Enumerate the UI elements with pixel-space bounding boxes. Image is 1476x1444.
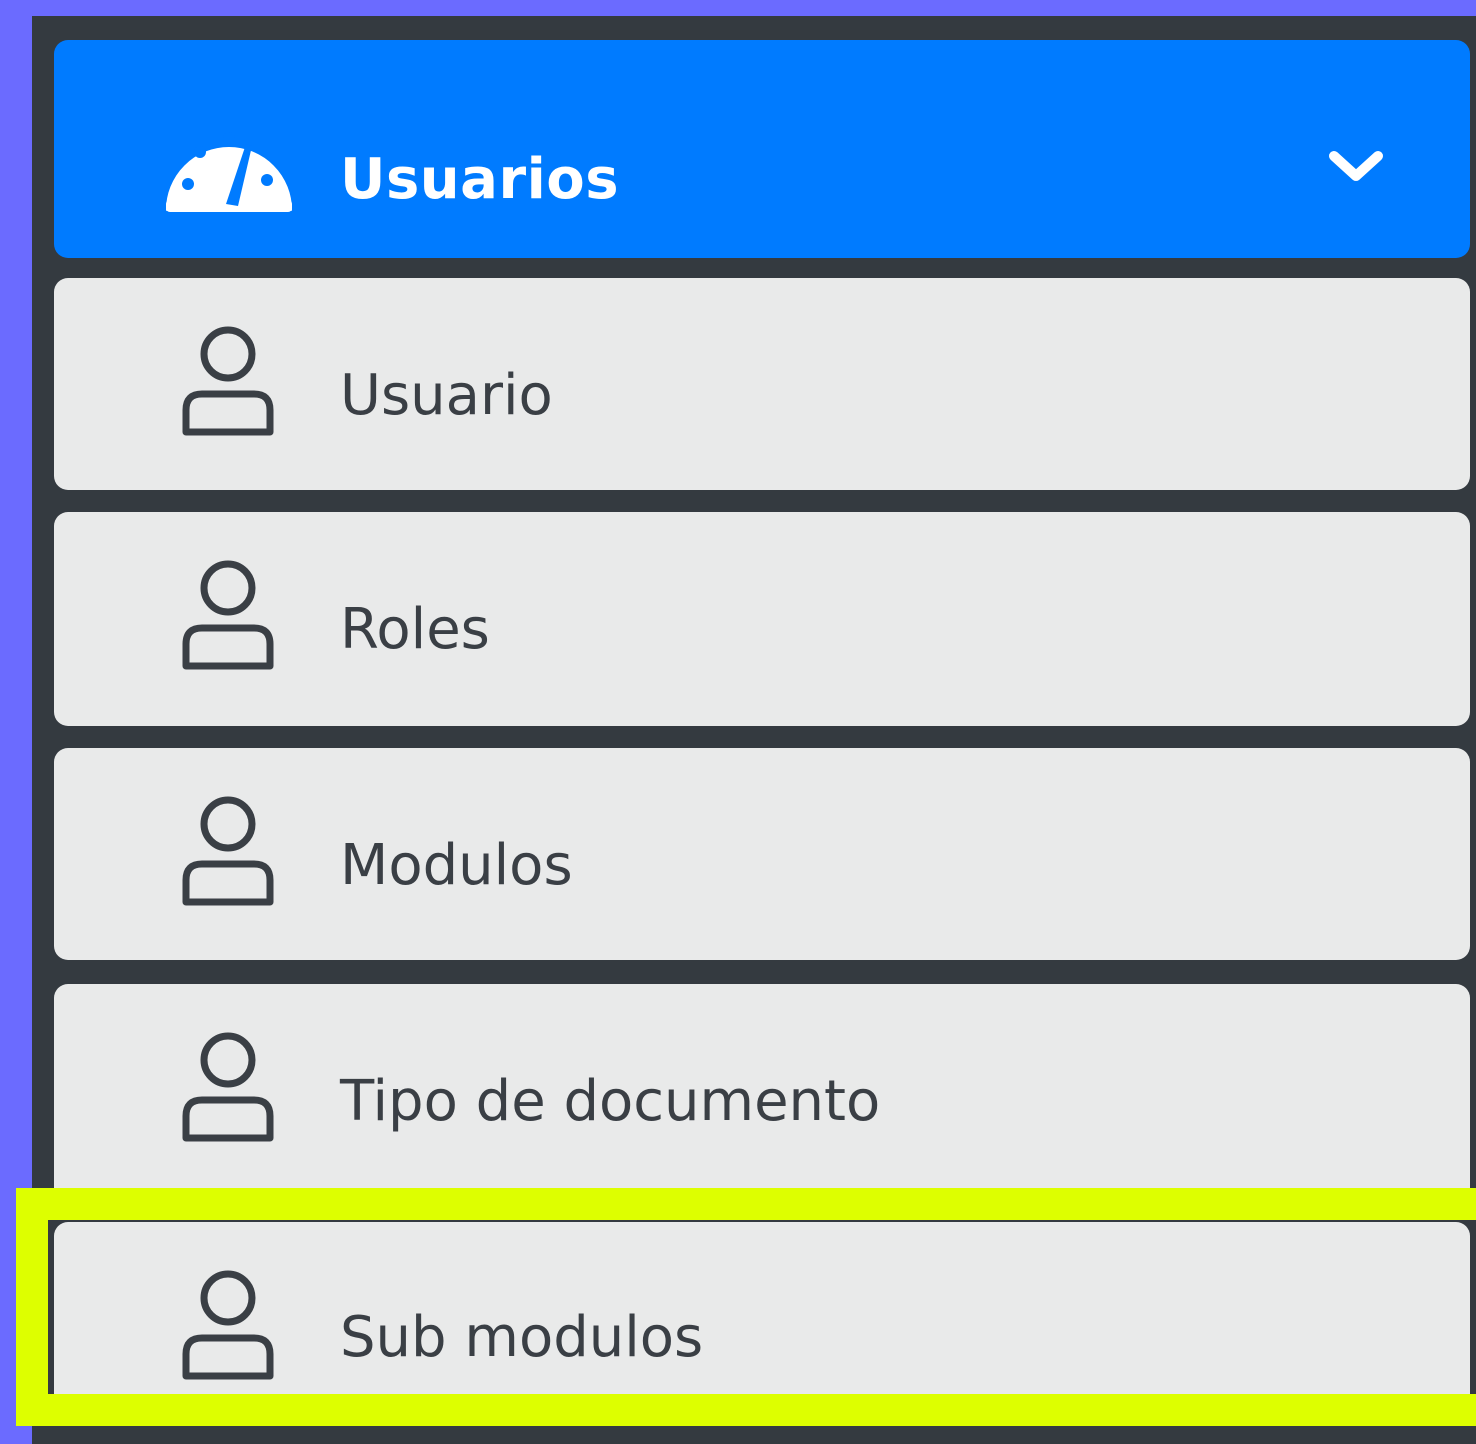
user-icon (180, 1032, 280, 1142)
sidebar: Usuarios Usuario Roles Modulos Tipo de d… (32, 16, 1476, 1444)
menu-item-label: Usuario (340, 363, 553, 428)
menu-item-sub-modulos[interactable]: Sub modulos (54, 1222, 1470, 1408)
menu-group-usuarios[interactable]: Usuarios (54, 40, 1470, 258)
menu-item-label: Roles (340, 597, 490, 662)
user-icon (180, 326, 280, 436)
user-icon (180, 796, 280, 906)
menu-item-roles[interactable]: Roles (54, 512, 1470, 726)
menu-item-label: Sub modulos (340, 1305, 704, 1370)
menu-group-label: Usuarios (340, 147, 620, 212)
menu-item-usuario[interactable]: Usuario (54, 278, 1470, 490)
menu-item-label: Modulos (340, 833, 573, 898)
menu-item-tipo-de-documento[interactable]: Tipo de documento (54, 984, 1470, 1208)
tachometer-icon (164, 114, 294, 214)
chevron-down-icon[interactable] (1326, 146, 1386, 190)
menu-item-modulos[interactable]: Modulos (54, 748, 1470, 960)
user-icon (180, 560, 280, 670)
user-icon (180, 1270, 280, 1380)
menu-item-label: Tipo de documento (340, 1069, 881, 1134)
